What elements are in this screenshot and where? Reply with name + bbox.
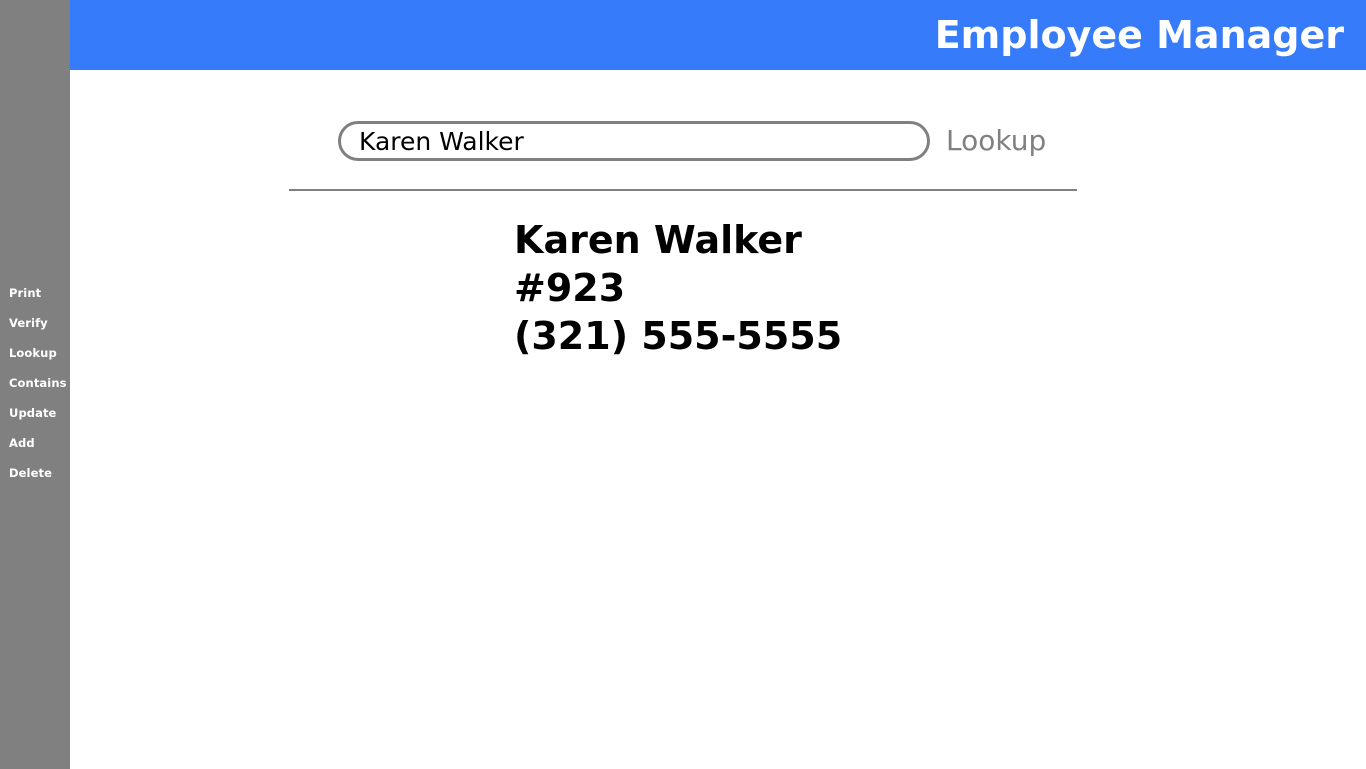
lookup-button[interactable]: Lookup: [946, 121, 1046, 161]
search-input[interactable]: [338, 121, 930, 161]
sidebar-item-verify[interactable]: Verify: [0, 312, 70, 342]
sidebar: Print Verify Lookup Contains Update Add …: [0, 0, 70, 769]
sidebar-item-add[interactable]: Add: [0, 432, 70, 462]
sidebar-nav: Print Verify Lookup Contains Update Add …: [0, 282, 70, 492]
sidebar-item-contains[interactable]: Contains: [0, 372, 70, 402]
sidebar-item-delete[interactable]: Delete: [0, 462, 70, 492]
employee-result: Karen Walker #923 (321) 555-5555: [514, 216, 842, 360]
employee-phone: (321) 555-5555: [514, 314, 843, 358]
employee-name: Karen Walker: [514, 218, 802, 262]
sidebar-item-update[interactable]: Update: [0, 402, 70, 432]
app-title: Employee Manager: [934, 13, 1344, 57]
sidebar-item-print[interactable]: Print: [0, 282, 70, 312]
header-bar: Employee Manager: [70, 0, 1366, 70]
sidebar-item-lookup[interactable]: Lookup: [0, 342, 70, 372]
divider: [289, 189, 1077, 191]
employee-id: #923: [514, 266, 626, 310]
